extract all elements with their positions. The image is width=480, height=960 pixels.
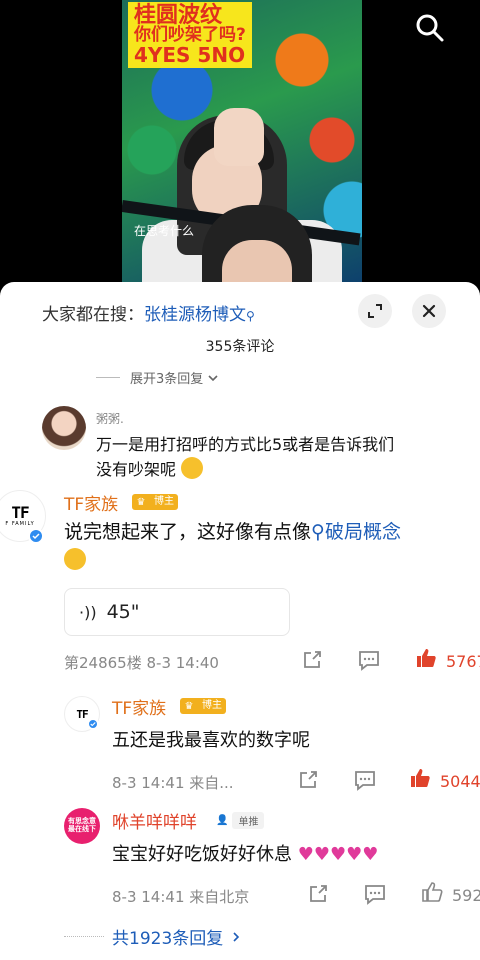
comment-text-prefix: 说完想起来了，这好像有点像 — [64, 521, 312, 543]
share-button[interactable] — [300, 648, 324, 676]
hot-search-bar[interactable]: 大家都在搜：张桂源杨博文⚲ — [42, 300, 255, 325]
avatar-text: 有思念意 最在线下 — [68, 817, 96, 833]
share-button[interactable] — [296, 768, 320, 796]
comment-icon — [365, 885, 385, 905]
divider — [64, 936, 104, 937]
video-overlay-title: 桂圆波纹 你们吵架了吗? 4YES 5NO — [128, 2, 252, 68]
fan-badge: 👤 单推 — [216, 812, 265, 829]
reply-text[interactable]: 五还是我最喜欢的数字呢 — [112, 728, 310, 754]
like-button[interactable] — [414, 646, 438, 674]
chevron-down-icon — [208, 374, 218, 381]
avatar[interactable]: 有思念意 最在线下 — [64, 808, 100, 844]
avatar-mark: TF — [11, 503, 29, 522]
share-icon — [300, 771, 317, 788]
like-count: 5044 — [440, 772, 480, 791]
comment-text[interactable]: 说完想起来了，这好像有点像⚲破局概念 — [64, 518, 474, 574]
expand-replies-label: 展开3条回复 — [130, 372, 204, 387]
badge-label: 博主 — [150, 494, 178, 510]
expand-replies-link[interactable]: 展开3条回复 — [96, 368, 220, 387]
comment-icon — [355, 771, 375, 791]
overlay-line: 4YES 5NO — [134, 42, 246, 67]
like-button[interactable] — [408, 766, 432, 794]
reply-username[interactable]: TF家族 — [112, 694, 166, 719]
search-link[interactable]: ⚲破局概念 — [311, 521, 401, 543]
badge-label: 博主 — [198, 698, 226, 714]
author-badge: ♛ 博主 — [180, 698, 226, 714]
comment-icon — [359, 651, 379, 671]
reply-text-content: 宝宝好好吃饭好好休息 — [112, 844, 292, 865]
video-player[interactable]: 桂圆波纹 你们吵架了吗? 4YES 5NO 在思考什么 — [0, 0, 480, 290]
verified-icon — [87, 718, 99, 730]
reply-button[interactable] — [356, 648, 382, 676]
search-button[interactable] — [414, 12, 446, 44]
share-button[interactable] — [306, 882, 330, 910]
comment-text-line: 没有吵架呢 — [96, 460, 177, 479]
video-frame: 桂圆波纹 你们吵架了吗? 4YES 5NO 在思考什么 — [122, 0, 362, 290]
close-button[interactable] — [412, 294, 446, 328]
avatar-mark: TF — [76, 707, 88, 721]
comment-count: 355条评论 — [205, 339, 275, 355]
verified-icon — [28, 528, 44, 544]
thinking-emoji-icon — [64, 548, 86, 570]
voice-wave-icon: ·)) — [79, 602, 97, 622]
more-replies-link[interactable]: 共1923条回复 — [64, 924, 243, 949]
search-icon: ⚲ — [311, 521, 325, 543]
share-icon — [304, 651, 321, 668]
thumbs-up-outline-icon — [422, 882, 443, 902]
voice-duration: 45" — [106, 601, 140, 623]
badge-label: 单推 — [232, 812, 265, 829]
comment-text[interactable]: 万一是用打招呼的方式比5或者是告诉我们 没有吵架呢 — [96, 432, 394, 482]
flushed-emoji-icon — [181, 457, 204, 479]
like-button[interactable] — [420, 880, 444, 908]
crown-icon: ♛ — [180, 698, 198, 714]
expand-icon — [368, 304, 382, 318]
comment-username[interactable]: 粥粥. — [96, 410, 124, 427]
like-count: 5767 — [446, 652, 480, 671]
reply-button[interactable] — [362, 882, 388, 910]
reply-time: 8-3 14:41 来自... — [112, 774, 234, 792]
author-badge: ♛ 博主 — [132, 494, 178, 510]
avatar[interactable] — [42, 406, 86, 450]
thumbs-up-icon — [417, 649, 436, 667]
user-icon: 👤 — [216, 815, 229, 826]
video-caption: 在思考什么 — [134, 224, 195, 238]
thumbs-up-icon — [411, 769, 430, 787]
overlay-line: 桂圆波纹 — [134, 3, 223, 28]
hot-search-keyword[interactable]: 张桂源杨博文 — [144, 305, 246, 325]
reply-time: 8-3 14:41 来自北京 — [112, 888, 250, 906]
voice-message[interactable]: ·)) 45" — [64, 588, 290, 636]
heart-icon: ♥♥♥♥♥ — [292, 844, 379, 865]
search-icon — [416, 14, 444, 42]
video-figure — [214, 108, 264, 166]
close-icon — [422, 304, 436, 318]
avatar-subtext: F FAMILY — [5, 521, 35, 527]
chevron-right-icon — [233, 931, 240, 942]
search-link-label: 破局概念 — [324, 521, 401, 543]
comment-username[interactable]: TF家族 — [64, 490, 118, 515]
comment-text-line: 万一是用打招呼的方式比5或者是告诉我们 — [96, 435, 395, 454]
search-icon: ⚲ — [246, 309, 255, 323]
more-replies-label: 共1923条回复 — [112, 929, 224, 949]
comment-floor-time: 第24865楼 8-3 14:40 — [64, 654, 219, 672]
reply-text[interactable]: 宝宝好好吃饭好好休息 ♥♥♥♥♥ — [112, 842, 378, 868]
reply-username[interactable]: 咻羊咩咩咩 — [112, 808, 197, 833]
reply-button[interactable] — [352, 768, 378, 796]
like-count: 592 — [452, 886, 480, 905]
crown-icon: ♛ — [132, 494, 150, 510]
divider — [96, 377, 120, 378]
hot-search-prefix: 大家都在搜： — [42, 305, 144, 325]
share-icon — [310, 885, 327, 902]
comments-sheet: 大家都在搜：张桂源杨博文⚲ 355条评论 展开3条回复 粥粥. 万一是用打招呼的… — [0, 282, 480, 960]
expand-button[interactable] — [358, 294, 392, 328]
